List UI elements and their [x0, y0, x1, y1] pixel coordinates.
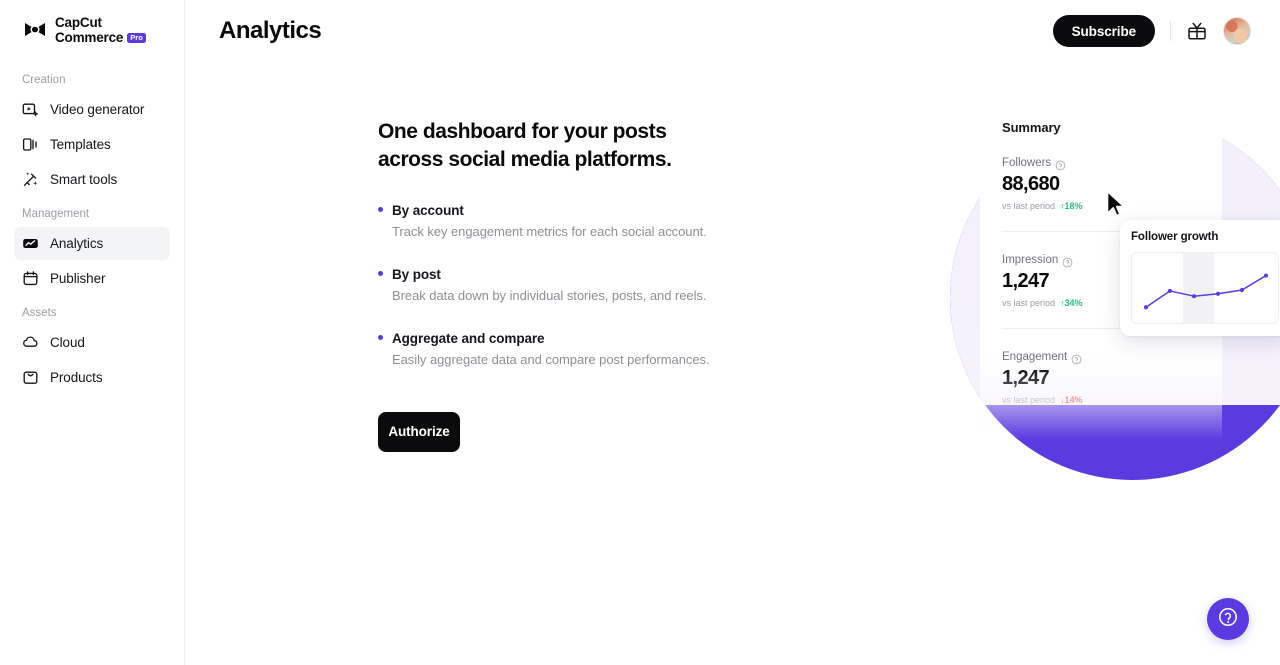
sidebar-group-creation: Creation Video generator Templates Smart…	[14, 74, 170, 196]
pro-badge: Pro	[127, 33, 146, 44]
info-icon[interactable]	[1062, 255, 1073, 267]
tooltip-title: Follower growth	[1131, 231, 1219, 243]
follower-growth-tooltip: Follower growth	[1120, 220, 1280, 336]
video-generator-icon	[22, 101, 39, 118]
feature-item: By post Break data down by individual st…	[378, 267, 718, 306]
mouse-cursor-icon	[1105, 190, 1127, 220]
analytics-icon	[22, 235, 39, 252]
brand-name: CapCut Commerce Pro	[55, 16, 146, 45]
brand-line-1: CapCut	[55, 15, 102, 31]
metric-label: Followers	[1002, 157, 1052, 169]
bullet-dot-icon	[378, 334, 383, 340]
brand-line-2: Commerce	[55, 30, 124, 45]
sidebar-group-assets: Assets Cloud Products	[14, 307, 170, 394]
metric-followers: Followers 88,680 vs last period ↑18%	[1002, 135, 1200, 211]
subscribe-button[interactable]: Subscribe	[1052, 15, 1155, 47]
line-chart-svg	[1143, 253, 1269, 323]
sidebar-item-label: Templates	[50, 137, 111, 152]
cloud-icon	[22, 334, 39, 351]
sidebar-item-smart-tools[interactable]: Smart tools	[14, 163, 170, 196]
templates-icon	[22, 136, 39, 153]
sidebar-item-analytics[interactable]: Analytics	[14, 227, 170, 260]
main-content: Analytics Subscribe One dashboard for yo…	[185, 0, 1280, 665]
sidebar-item-cloud[interactable]: Cloud	[14, 326, 170, 359]
sidebar-item-label: Publisher	[50, 271, 106, 286]
sidebar-item-label: Smart tools	[50, 172, 118, 187]
feature-title: By post	[392, 267, 441, 283]
hero-section: One dashboard for your posts across soci…	[378, 118, 718, 452]
feature-item: By account Track key engagement metrics …	[378, 203, 718, 242]
feature-description: Track key engagement metrics for each so…	[392, 224, 707, 240]
metric-delta: ↓14%	[1060, 395, 1083, 405]
products-icon	[22, 369, 39, 386]
metric-label: Impression	[1002, 254, 1059, 266]
app-root: CapCut Commerce Pro Creation Video gener…	[0, 0, 1280, 665]
metric-value: 88,680	[1002, 173, 1060, 195]
gift-icon[interactable]	[1186, 20, 1208, 42]
metric-delta: ↑34%	[1060, 298, 1083, 308]
metric-delta: ↑18%	[1060, 201, 1083, 211]
feature-title: Aggregate and compare	[392, 330, 545, 346]
feature-description: Easily aggregate data and compare post p…	[392, 351, 710, 367]
avatar[interactable]	[1223, 17, 1251, 45]
sidebar-item-products[interactable]: Products	[14, 361, 170, 394]
smart-tools-icon	[22, 171, 39, 188]
toolbar-divider	[1170, 21, 1171, 41]
info-icon[interactable]	[1055, 158, 1066, 170]
page-title: Analytics	[219, 17, 322, 44]
feature-item: Aggregate and compare Easily aggregate d…	[378, 331, 718, 370]
sidebar-item-video-generator[interactable]: Video generator	[14, 93, 170, 126]
sidebar-group-label-management: Management	[22, 208, 90, 220]
sidebar-group-label-creation: Creation	[22, 74, 66, 86]
feature-title: By account	[392, 203, 464, 219]
feature-description: Break data down by individual stories, p…	[392, 288, 707, 304]
metric-compare-text: vs last period	[1002, 201, 1056, 211]
sidebar-group-management: Management Analytics Publisher	[14, 208, 170, 295]
hero-heading: One dashboard for your posts across soci…	[378, 120, 672, 171]
metric-compare-text: vs last period	[1002, 298, 1056, 308]
metric-compare-text: vs last period	[1002, 395, 1056, 405]
metric-label: Engagement	[1002, 351, 1068, 363]
publisher-icon	[22, 270, 39, 287]
sidebar-group-label-assets: Assets	[22, 307, 57, 319]
analytics-illustration: Summary Followers 88,680 vs last period …	[925, 80, 1280, 480]
metric-engagement: Engagement 1,247 vs last period ↓14%	[1002, 328, 1200, 405]
sidebar: CapCut Commerce Pro Creation Video gener…	[0, 0, 185, 665]
bullet-dot-icon	[378, 271, 383, 277]
brand-logo[interactable]: CapCut Commerce Pro	[14, 0, 170, 62]
sidebar-item-label: Products	[50, 370, 103, 385]
sidebar-item-templates[interactable]: Templates	[14, 128, 170, 161]
summary-title: Summary	[1002, 120, 1061, 135]
question-mark-icon	[1217, 606, 1239, 633]
sidebar-item-publisher[interactable]: Publisher	[14, 262, 170, 295]
capcut-logo-icon	[22, 18, 48, 44]
sidebar-item-label: Analytics	[50, 236, 104, 251]
authorize-button[interactable]: Authorize	[378, 411, 460, 452]
info-icon[interactable]	[1071, 352, 1082, 364]
sidebar-item-label: Cloud	[50, 335, 85, 350]
help-button[interactable]	[1207, 598, 1249, 640]
top-bar-actions: Subscribe	[1052, 15, 1251, 47]
follower-growth-chart	[1131, 252, 1279, 324]
bullet-dot-icon	[378, 207, 383, 213]
metric-value: 1,247	[1002, 367, 1050, 389]
top-bar: Analytics Subscribe	[185, 0, 1280, 62]
sidebar-item-label: Video generator	[50, 102, 145, 117]
